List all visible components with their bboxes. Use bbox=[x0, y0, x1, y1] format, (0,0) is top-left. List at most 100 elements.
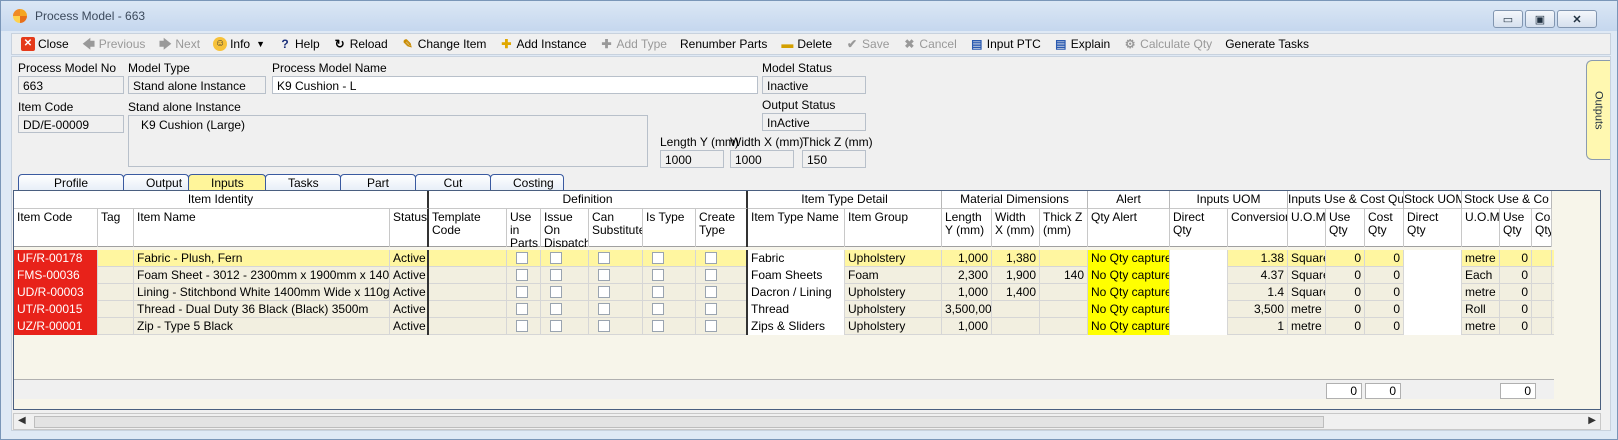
item-type-name-cell[interactable]: Fabric bbox=[748, 250, 845, 267]
item-code-cell[interactable]: UT/R-00015 bbox=[14, 301, 98, 318]
width-cell[interactable]: 1,900 bbox=[992, 267, 1040, 284]
col-is-type[interactable]: Is Type bbox=[643, 209, 696, 247]
table-row[interactable]: UZ/R-00001 Zip - Type 5 Black Active Zips &… bbox=[14, 318, 1554, 335]
col-uom[interactable]: U.O.M bbox=[1288, 209, 1326, 247]
checkbox[interactable] bbox=[598, 269, 610, 281]
checkbox[interactable] bbox=[550, 269, 562, 281]
thick-cell[interactable] bbox=[1040, 318, 1088, 335]
process-model-no-field[interactable]: 663 bbox=[18, 76, 124, 94]
length-cell[interactable]: 1,000 bbox=[942, 284, 992, 301]
item-name-cell[interactable]: Fabric - Plush, Fern bbox=[134, 250, 390, 267]
tag-cell[interactable] bbox=[98, 267, 134, 284]
close-window-button[interactable]: ✕ bbox=[1557, 10, 1597, 28]
use-in-parts-checkbox[interactable] bbox=[507, 301, 541, 318]
is-type-checkbox[interactable] bbox=[643, 267, 696, 284]
item-group-cell[interactable]: Upholstery bbox=[845, 284, 942, 301]
add-type-button[interactable]: ✚ Add Type bbox=[595, 34, 672, 54]
checkbox[interactable] bbox=[652, 303, 664, 315]
length-cell[interactable]: 3,500,000 bbox=[942, 301, 992, 318]
uom-cell[interactable]: Square bbox=[1288, 250, 1326, 267]
item-group-cell[interactable]: Upholstery bbox=[845, 301, 942, 318]
direct-qty-cell[interactable] bbox=[1170, 284, 1228, 301]
direct-qty-cell[interactable] bbox=[1170, 301, 1228, 318]
direct-qty-cell[interactable] bbox=[1170, 267, 1228, 284]
thick-cell[interactable] bbox=[1040, 284, 1088, 301]
use-qty-cell[interactable]: 0 bbox=[1326, 267, 1365, 284]
checkbox[interactable] bbox=[550, 303, 562, 315]
template-code-cell[interactable] bbox=[429, 318, 507, 335]
template-code-cell[interactable] bbox=[429, 284, 507, 301]
template-code-cell[interactable] bbox=[429, 267, 507, 284]
stock-direct-qty-cell[interactable] bbox=[1404, 318, 1462, 335]
width-cell[interactable]: 1,380 bbox=[992, 250, 1040, 267]
can-substitute-checkbox[interactable] bbox=[589, 284, 643, 301]
item-type-name-cell[interactable]: Foam Sheets bbox=[748, 267, 845, 284]
item-type-name-cell[interactable]: Thread bbox=[748, 301, 845, 318]
checkbox[interactable] bbox=[516, 269, 528, 281]
outputs-side-tab[interactable]: Outputs bbox=[1586, 60, 1610, 160]
stock-uom-cell[interactable]: Roll bbox=[1462, 301, 1500, 318]
maximize-button[interactable]: ▣ bbox=[1525, 10, 1555, 28]
stock-cost-qty-cell[interactable] bbox=[1532, 284, 1552, 301]
qty-alert-cell[interactable]: No Qty captured bbox=[1088, 267, 1170, 284]
tag-cell[interactable] bbox=[98, 301, 134, 318]
tag-cell[interactable] bbox=[98, 250, 134, 267]
width-cell[interactable]: 1,400 bbox=[992, 284, 1040, 301]
thick-cell[interactable] bbox=[1040, 301, 1088, 318]
template-code-cell[interactable] bbox=[429, 250, 507, 267]
item-name-cell[interactable]: Zip - Type 5 Black bbox=[134, 318, 390, 335]
item-code-field[interactable]: DD/E-00009 bbox=[18, 115, 124, 133]
item-code-cell[interactable]: UZ/R-00001 bbox=[14, 318, 98, 335]
scroll-right-icon[interactable]: ▶ bbox=[1588, 415, 1596, 426]
cost-qty-cell[interactable]: 0 bbox=[1365, 250, 1404, 267]
is-type-checkbox[interactable] bbox=[643, 318, 696, 335]
can-substitute-checkbox[interactable] bbox=[589, 301, 643, 318]
checkbox[interactable] bbox=[550, 320, 562, 332]
col-template-code[interactable]: Template Code bbox=[429, 209, 507, 247]
use-qty-cell[interactable]: 0 bbox=[1326, 284, 1365, 301]
width-cell[interactable] bbox=[992, 318, 1040, 335]
checkbox[interactable] bbox=[550, 252, 562, 264]
col-create-type[interactable]: Create Type bbox=[696, 209, 748, 247]
create-type-checkbox[interactable] bbox=[696, 301, 748, 318]
uom-cell[interactable]: metre bbox=[1288, 318, 1326, 335]
model-type-field[interactable]: Stand alone Instance bbox=[128, 76, 266, 94]
use-in-parts-checkbox[interactable] bbox=[507, 250, 541, 267]
status-cell[interactable]: Active bbox=[390, 267, 429, 284]
item-code-cell[interactable]: UF/R-00178 bbox=[14, 250, 98, 267]
direct-qty-cell[interactable] bbox=[1170, 250, 1228, 267]
conversion-cell[interactable]: 3,500 bbox=[1228, 301, 1288, 318]
checkbox[interactable] bbox=[550, 286, 562, 298]
col-stock-cost-qty[interactable]: Cos Qty bbox=[1532, 209, 1552, 247]
use-qty-cell[interactable]: 0 bbox=[1326, 301, 1365, 318]
length-cell[interactable]: 1,000 bbox=[942, 250, 992, 267]
item-code-cell[interactable]: UD/R-00003 bbox=[14, 284, 98, 301]
cost-qty-cell[interactable]: 0 bbox=[1365, 301, 1404, 318]
col-use-qty[interactable]: Use Qty bbox=[1326, 209, 1365, 247]
qty-alert-cell[interactable]: No Qty captured bbox=[1088, 318, 1170, 335]
close-button[interactable]: ✕ Close bbox=[16, 34, 74, 54]
stock-cost-qty-cell[interactable] bbox=[1532, 318, 1552, 335]
process-model-name-field[interactable]: K9 Cushion - L bbox=[272, 76, 758, 94]
stock-direct-qty-cell[interactable] bbox=[1404, 250, 1462, 267]
width-cell[interactable] bbox=[992, 301, 1040, 318]
delete-button[interactable]: ▬ Delete bbox=[775, 34, 837, 54]
width-field[interactable]: 1000 bbox=[730, 150, 794, 168]
info-button[interactable]: ☺ Info ▼ bbox=[208, 34, 270, 54]
status-cell[interactable]: Active bbox=[390, 284, 429, 301]
col-issue-on-dispatch[interactable]: Issue On Dispatch bbox=[541, 209, 589, 247]
length-cell[interactable]: 1,000 bbox=[942, 318, 992, 335]
checkbox[interactable] bbox=[705, 252, 717, 264]
uom-cell[interactable]: metre bbox=[1288, 301, 1326, 318]
horizontal-scrollbar[interactable]: ◀ ▶ bbox=[13, 413, 1601, 430]
item-type-name-cell[interactable]: Zips & Sliders bbox=[748, 318, 845, 335]
instance-description-field[interactable]: K9 Cushion (Large) bbox=[128, 115, 648, 167]
scroll-left-icon[interactable]: ◀ bbox=[18, 415, 26, 426]
direct-qty-cell[interactable] bbox=[1170, 318, 1228, 335]
calculate-qty-button[interactable]: ⚙ Calculate Qty bbox=[1118, 34, 1217, 54]
stock-cost-qty-cell[interactable] bbox=[1532, 267, 1552, 284]
template-code-cell[interactable] bbox=[429, 301, 507, 318]
qty-alert-cell[interactable]: No Qty captured bbox=[1088, 250, 1170, 267]
input-ptc-button[interactable]: ▤ Input PTC bbox=[965, 34, 1046, 54]
previous-button[interactable]: 🡄 Previous bbox=[77, 34, 151, 54]
